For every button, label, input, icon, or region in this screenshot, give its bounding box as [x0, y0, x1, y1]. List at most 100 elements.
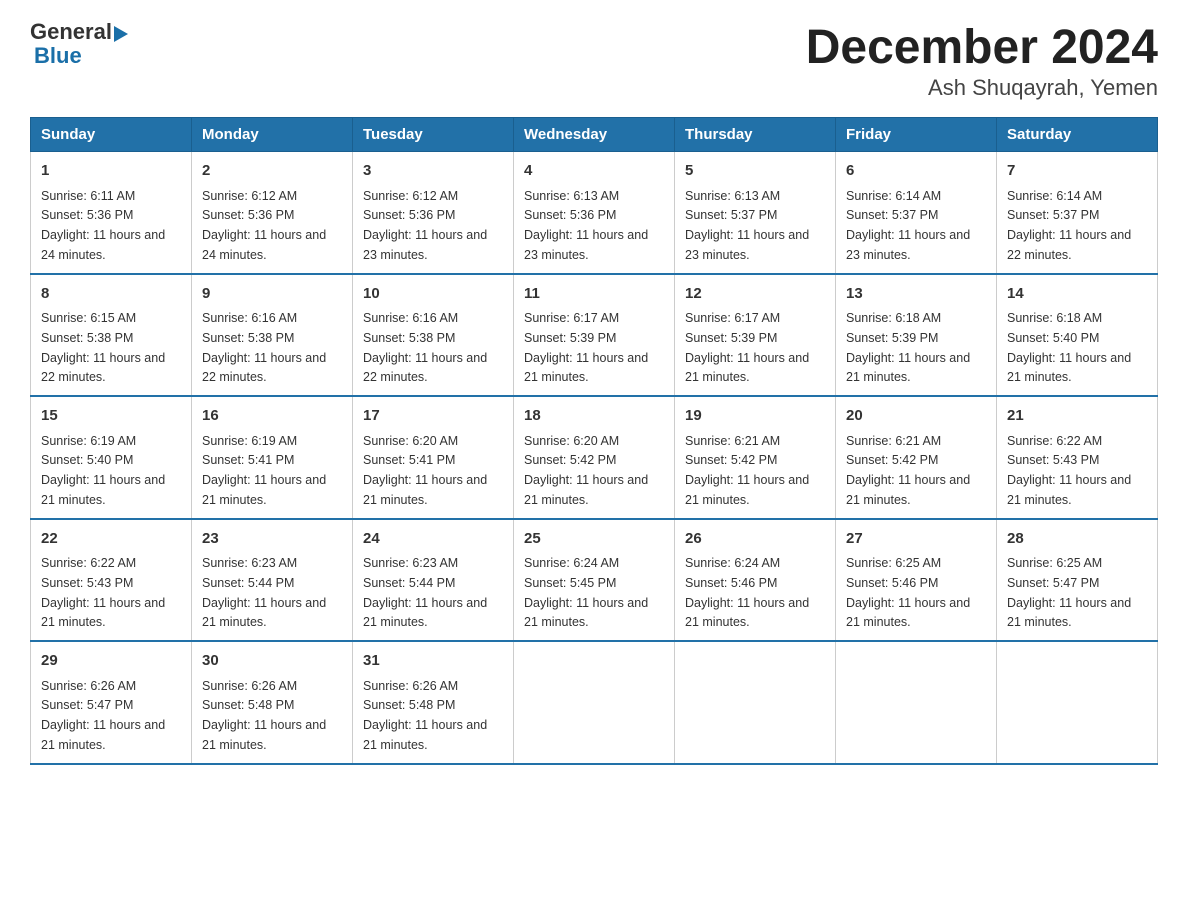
day-number: 24 [363, 528, 503, 551]
day-number: 4 [524, 160, 664, 183]
table-row [675, 641, 836, 764]
day-info: Sunrise: 6:12 AMSunset: 5:36 PMDaylight:… [363, 189, 487, 262]
day-number: 31 [363, 650, 503, 673]
day-info: Sunrise: 6:15 AMSunset: 5:38 PMDaylight:… [41, 311, 165, 384]
table-row: 20Sunrise: 6:21 AMSunset: 5:42 PMDayligh… [836, 396, 997, 519]
day-info: Sunrise: 6:14 AMSunset: 5:37 PMDaylight:… [1007, 189, 1131, 262]
day-info: Sunrise: 6:19 AMSunset: 5:41 PMDaylight:… [202, 434, 326, 507]
day-info: Sunrise: 6:21 AMSunset: 5:42 PMDaylight:… [685, 434, 809, 507]
col-wednesday: Wednesday [514, 118, 675, 152]
day-number: 13 [846, 283, 986, 306]
col-tuesday: Tuesday [353, 118, 514, 152]
day-number: 14 [1007, 283, 1147, 306]
day-number: 21 [1007, 405, 1147, 428]
day-info: Sunrise: 6:13 AMSunset: 5:37 PMDaylight:… [685, 189, 809, 262]
table-row: 15 Sunrise: 6:19 AMSunset: 5:40 PMDayligh… [31, 396, 192, 519]
table-row: 22Sunrise: 6:22 AMSunset: 5:43 PMDayligh… [31, 519, 192, 642]
day-number: 26 [685, 528, 825, 551]
table-row [514, 641, 675, 764]
day-number: 15 [41, 405, 181, 428]
day-info: Sunrise: 6:12 AMSunset: 5:36 PMDaylight:… [202, 189, 326, 262]
day-info: Sunrise: 6:22 AMSunset: 5:43 PMDaylight:… [41, 556, 165, 629]
day-number: 11 [524, 283, 664, 306]
table-row [836, 641, 997, 764]
calendar-week-row: 29Sunrise: 6:26 AMSunset: 5:47 PMDayligh… [31, 641, 1158, 764]
table-row: 3 Sunrise: 6:12 AMSunset: 5:36 PMDaylight… [353, 152, 514, 274]
table-row: 6Sunrise: 6:14 AMSunset: 5:37 PMDaylight… [836, 152, 997, 274]
day-number: 29 [41, 650, 181, 673]
day-info: Sunrise: 6:24 AMSunset: 5:46 PMDaylight:… [685, 556, 809, 629]
table-row: 9 Sunrise: 6:16 AMSunset: 5:38 PMDaylight… [192, 274, 353, 397]
table-row: 1 Sunrise: 6:11 AMSunset: 5:36 PMDaylight… [31, 152, 192, 274]
day-info: Sunrise: 6:19 AMSunset: 5:40 PMDaylight:… [41, 434, 165, 507]
table-row: 23 Sunrise: 6:23 AMSunset: 5:44 PMDayligh… [192, 519, 353, 642]
table-row: 11Sunrise: 6:17 AMSunset: 5:39 PMDayligh… [514, 274, 675, 397]
col-thursday: Thursday [675, 118, 836, 152]
day-number: 16 [202, 405, 342, 428]
table-row: 18 Sunrise: 6:20 AMSunset: 5:42 PMDayligh… [514, 396, 675, 519]
day-info: Sunrise: 6:11 AMSunset: 5:36 PMDaylight:… [41, 189, 165, 262]
table-row: 14Sunrise: 6:18 AMSunset: 5:40 PMDayligh… [997, 274, 1158, 397]
logo-blue-text: Blue [34, 44, 128, 68]
table-row: 13Sunrise: 6:18 AMSunset: 5:39 PMDayligh… [836, 274, 997, 397]
table-row: 24 Sunrise: 6:23 AMSunset: 5:44 PMDayligh… [353, 519, 514, 642]
day-number: 3 [363, 160, 503, 183]
day-number: 25 [524, 528, 664, 551]
day-number: 18 [524, 405, 664, 428]
calendar-title: December 2024 [806, 20, 1158, 75]
day-info: Sunrise: 6:26 AMSunset: 5:48 PMDaylight:… [202, 679, 326, 752]
calendar-table: Sunday Monday Tuesday Wednesday Thursday… [30, 117, 1158, 765]
table-row: 10 Sunrise: 6:16 AMSunset: 5:38 PMDayligh… [353, 274, 514, 397]
day-number: 2 [202, 160, 342, 183]
day-info: Sunrise: 6:25 AMSunset: 5:46 PMDaylight:… [846, 556, 970, 629]
day-info: Sunrise: 6:13 AMSunset: 5:36 PMDaylight:… [524, 189, 648, 262]
table-row: 5Sunrise: 6:13 AMSunset: 5:37 PMDaylight… [675, 152, 836, 274]
day-info: Sunrise: 6:26 AMSunset: 5:48 PMDaylight:… [363, 679, 487, 752]
day-number: 8 [41, 283, 181, 306]
logo-general-text: General [30, 20, 112, 44]
day-number: 12 [685, 283, 825, 306]
day-info: Sunrise: 6:20 AMSunset: 5:41 PMDaylight:… [363, 434, 487, 507]
day-number: 10 [363, 283, 503, 306]
day-number: 19 [685, 405, 825, 428]
day-number: 7 [1007, 160, 1147, 183]
day-info: Sunrise: 6:25 AMSunset: 5:47 PMDaylight:… [1007, 556, 1131, 629]
col-monday: Monday [192, 118, 353, 152]
day-info: Sunrise: 6:22 AMSunset: 5:43 PMDaylight:… [1007, 434, 1131, 507]
day-number: 23 [202, 528, 342, 551]
table-row: 16 Sunrise: 6:19 AMSunset: 5:41 PMDayligh… [192, 396, 353, 519]
logo: General Blue [30, 20, 128, 68]
calendar-week-row: 8 Sunrise: 6:15 AMSunset: 5:38 PMDaylight… [31, 274, 1158, 397]
day-number: 27 [846, 528, 986, 551]
day-info: Sunrise: 6:16 AMSunset: 5:38 PMDaylight:… [363, 311, 487, 384]
table-row: 28 Sunrise: 6:25 AMSunset: 5:47 PMDayligh… [997, 519, 1158, 642]
day-number: 17 [363, 405, 503, 428]
title-block: December 2024 Ash Shuqayrah, Yemen [806, 20, 1158, 101]
table-row: 29Sunrise: 6:26 AMSunset: 5:47 PMDayligh… [31, 641, 192, 764]
table-row: 26 Sunrise: 6:24 AMSunset: 5:46 PMDayligh… [675, 519, 836, 642]
table-row: 7 Sunrise: 6:14 AMSunset: 5:37 PMDaylight… [997, 152, 1158, 274]
day-number: 1 [41, 160, 181, 183]
calendar-week-row: 15 Sunrise: 6:19 AMSunset: 5:40 PMDayligh… [31, 396, 1158, 519]
day-info: Sunrise: 6:24 AMSunset: 5:45 PMDaylight:… [524, 556, 648, 629]
day-number: 30 [202, 650, 342, 673]
day-info: Sunrise: 6:21 AMSunset: 5:42 PMDaylight:… [846, 434, 970, 507]
table-row: 31 Sunrise: 6:26 AMSunset: 5:48 PMDayligh… [353, 641, 514, 764]
calendar-header-row: Sunday Monday Tuesday Wednesday Thursday… [31, 118, 1158, 152]
col-sunday: Sunday [31, 118, 192, 152]
day-info: Sunrise: 6:17 AMSunset: 5:39 PMDaylight:… [685, 311, 809, 384]
table-row: 4 Sunrise: 6:13 AMSunset: 5:36 PMDaylight… [514, 152, 675, 274]
day-info: Sunrise: 6:23 AMSunset: 5:44 PMDaylight:… [202, 556, 326, 629]
day-number: 6 [846, 160, 986, 183]
day-info: Sunrise: 6:20 AMSunset: 5:42 PMDaylight:… [524, 434, 648, 507]
day-info: Sunrise: 6:16 AMSunset: 5:38 PMDaylight:… [202, 311, 326, 384]
table-row: 19 Sunrise: 6:21 AMSunset: 5:42 PMDayligh… [675, 396, 836, 519]
table-row: 30 Sunrise: 6:26 AMSunset: 5:48 PMDayligh… [192, 641, 353, 764]
table-row: 21 Sunrise: 6:22 AMSunset: 5:43 PMDayligh… [997, 396, 1158, 519]
table-row: 2 Sunrise: 6:12 AMSunset: 5:36 PMDaylight… [192, 152, 353, 274]
day-number: 28 [1007, 528, 1147, 551]
day-number: 9 [202, 283, 342, 306]
day-info: Sunrise: 6:23 AMSunset: 5:44 PMDaylight:… [363, 556, 487, 629]
col-saturday: Saturday [997, 118, 1158, 152]
calendar-week-row: 1 Sunrise: 6:11 AMSunset: 5:36 PMDaylight… [31, 152, 1158, 274]
